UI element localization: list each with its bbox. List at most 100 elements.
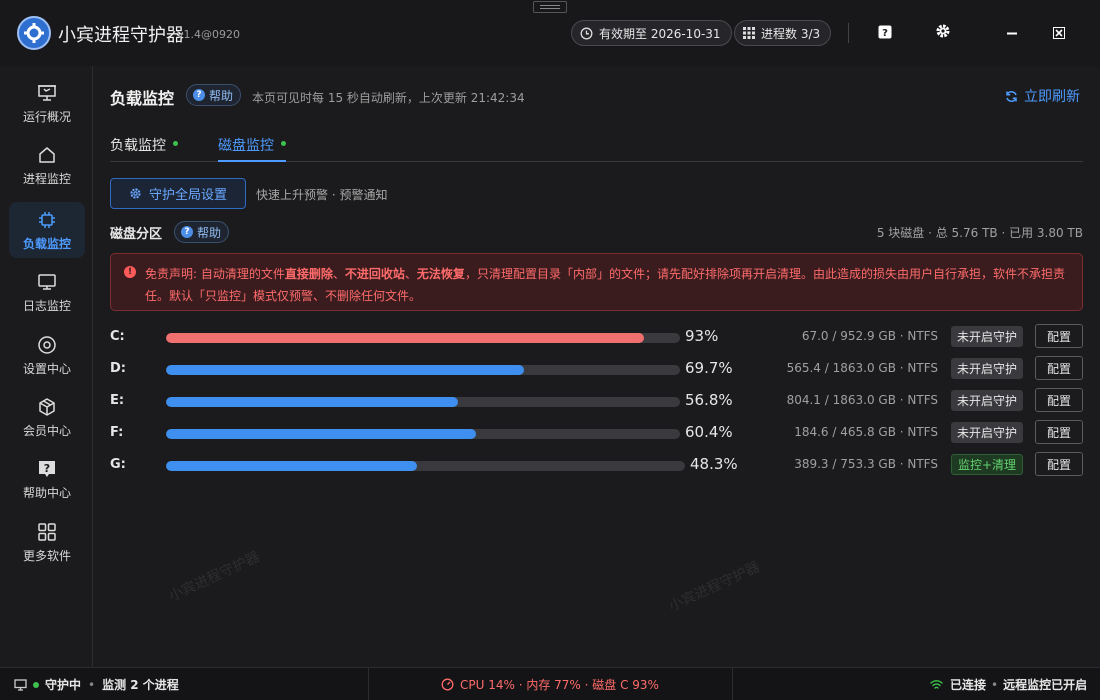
disk-usage-fill	[166, 333, 645, 343]
home-icon	[36, 144, 58, 166]
gear-icon	[935, 23, 951, 43]
global-settings-label: 守护全局设置	[148, 188, 227, 203]
disk-row: F: 60.4% 184.6 / 465.8 GB · NTFS 未开启守护 配置	[110, 420, 1083, 446]
drag-handle[interactable]	[533, 1, 567, 13]
disk-letter: E:	[110, 393, 125, 408]
sidebar-item-overview[interactable]: 运行概况	[9, 75, 85, 131]
connection-detail: 远程监控已开启	[1003, 678, 1088, 692]
svg-text:?: ?	[882, 28, 888, 39]
disk-letter: C:	[110, 329, 125, 344]
disk-config-button[interactable]: 配置	[1035, 324, 1083, 348]
circle-settings-icon	[36, 334, 58, 356]
disclaimer-text: 免责声明: 自动清理的文件直接删除、不进回收站、无法恢复，只清理配置目录「内部」…	[145, 267, 1065, 303]
disk-usage-fill	[166, 461, 417, 471]
connection-status: 已连接 • 远程监控已开启	[930, 668, 1087, 700]
sidebar-item-load[interactable]: 负载监控	[9, 202, 85, 258]
sidebar-item-member[interactable]: 会员中心	[9, 389, 85, 445]
sidebar-item-process[interactable]: 进程监控	[9, 137, 85, 193]
disk-capacity-info: 565.4 / 1863.0 GB · NTFS	[786, 361, 938, 375]
disk-capacity-info: 184.6 / 465.8 GB · NTFS	[794, 425, 938, 439]
gauge-icon	[441, 678, 454, 691]
wifi-icon	[930, 679, 943, 690]
process-count-badge[interactable]: 进程数 3/3	[734, 20, 832, 46]
status-dot	[173, 141, 178, 146]
sidebar: 运行概况 进程监控 负载监控 日志监控 设置中心 会员中心 ? 帮助中心 更多软…	[0, 66, 93, 667]
disk-capacity-info: 67.0 / 952.9 GB · NTFS	[801, 329, 938, 343]
disk-guard-status: 未开启守护	[950, 390, 1023, 411]
global-settings-button[interactable]: 守护全局设置	[110, 178, 246, 209]
cpu-chip-icon	[36, 209, 58, 231]
page-title: 负载监控	[110, 89, 175, 108]
sidebar-item-label: 帮助中心	[22, 485, 71, 500]
resource-status: CPU 14% · 内存 77% · 磁盘 C 93%	[441, 668, 659, 700]
disk-usage-bar	[166, 333, 680, 343]
disk-letter: G:	[110, 457, 126, 472]
tab-disk-monitor[interactable]: 磁盘监控	[218, 135, 286, 162]
disk-usage-bar	[166, 365, 680, 375]
sidebar-item-label: 运行概况	[22, 109, 71, 124]
disk-summary: 5 块磁盘 · 总 5.76 TB · 已用 3.80 TB	[876, 226, 1083, 240]
title-divider	[848, 23, 849, 43]
validity-badge[interactable]: 有效期至 2026-10-31	[571, 20, 732, 46]
refresh-now-button[interactable]: 立即刷新	[1005, 86, 1080, 106]
minimize-button[interactable]	[1001, 22, 1023, 44]
disk-usage-bar	[166, 461, 685, 471]
grid-dots-icon	[743, 27, 755, 39]
help-button[interactable]: ?	[874, 22, 896, 44]
app-version: v1.4@0920	[177, 28, 240, 41]
guard-detail: 监测 2 个进程	[102, 678, 179, 692]
help-box-icon: ?	[36, 458, 58, 480]
disk-guard-status: 未开启守护	[950, 358, 1023, 379]
page-help-button[interactable]: ? 帮助	[186, 84, 242, 106]
status-dot	[281, 141, 286, 146]
disk-config-button[interactable]: 配置	[1035, 356, 1083, 380]
disk-usage-fill	[166, 365, 525, 375]
sidebar-item-settings[interactable]: 设置中心	[9, 327, 85, 383]
refresh-icon	[1005, 90, 1018, 103]
settings-button[interactable]	[932, 22, 954, 44]
disk-usage-percent: 56.8%	[685, 391, 733, 409]
app-logo	[17, 16, 51, 50]
guard-state: 守护中	[45, 678, 82, 692]
validity-text: 有效期至 2026-10-31	[599, 26, 721, 41]
sidebar-item-label: 负载监控	[22, 236, 71, 251]
sidebar-item-label: 会员中心	[22, 423, 71, 438]
disk-usage-percent: 69.7%	[685, 359, 733, 377]
disk-config-button[interactable]: 配置	[1035, 420, 1083, 444]
disk-row: C: 93% 67.0 / 952.9 GB · NTFS 未开启守护 配置	[110, 324, 1083, 350]
refresh-note: 本页可见时每 15 秒自动刷新，上次更新 21:42:34	[252, 91, 525, 105]
global-settings-note: 快速上升预警 · 预警通知	[256, 188, 388, 202]
disk-letter: D:	[110, 361, 126, 376]
disk-capacity-info: 389.3 / 753.3 GB · NTFS	[794, 457, 938, 471]
disk-config-button[interactable]: 配置	[1035, 388, 1083, 412]
watermark: 小宾进程守护器	[666, 558, 763, 615]
help-label: 帮助	[209, 88, 234, 103]
disk-usage-bar	[166, 429, 680, 439]
minimize-icon	[1006, 24, 1018, 43]
sidebar-item-help[interactable]: ? 帮助中心	[9, 451, 85, 507]
section-help-button[interactable]: ? 帮助	[174, 221, 230, 243]
disclaimer-banner: ! 免责声明: 自动清理的文件直接删除、不进回收站、无法恢复，只清理配置目录「内…	[110, 253, 1083, 311]
question-box-icon: ?	[878, 24, 892, 43]
close-button[interactable]	[1048, 22, 1070, 44]
main-panel: 小宾进程守护器 小宾进程守护器 小宾进程守护器 负载监控 ? 帮助 本页可见时每…	[110, 66, 1083, 667]
connection-state: 已连接	[950, 678, 987, 692]
monitor-chart-icon	[36, 82, 58, 104]
disk-usage-bar	[166, 397, 680, 407]
status-divider	[732, 668, 733, 700]
disk-row: G: 48.3% 389.3 / 753.3 GB · NTFS 监控+清理 配置	[110, 452, 1083, 478]
question-circle-icon: ?	[193, 89, 205, 101]
disk-usage-percent: 48.3%	[690, 455, 738, 473]
disk-config-button[interactable]: 配置	[1035, 452, 1083, 476]
sidebar-item-label: 进程监控	[22, 171, 71, 186]
status-divider	[368, 668, 369, 700]
tab-bar: 负载监控 磁盘监控	[110, 132, 1083, 162]
sidebar-item-more[interactable]: 更多软件	[9, 514, 85, 570]
separator-dot: •	[991, 677, 999, 692]
tab-load-monitor[interactable]: 负载监控	[110, 135, 178, 162]
title-bar: 小宾进程守护器 v1.4@0920 有效期至 2026-10-31 进程数 3/…	[0, 0, 1100, 66]
sidebar-item-log[interactable]: 日志监控	[9, 264, 85, 320]
clock-icon	[580, 27, 593, 40]
resource-text: CPU 14% · 内存 77% · 磁盘 C 93%	[460, 678, 659, 692]
watermark: 小宾进程守护器	[166, 548, 263, 605]
